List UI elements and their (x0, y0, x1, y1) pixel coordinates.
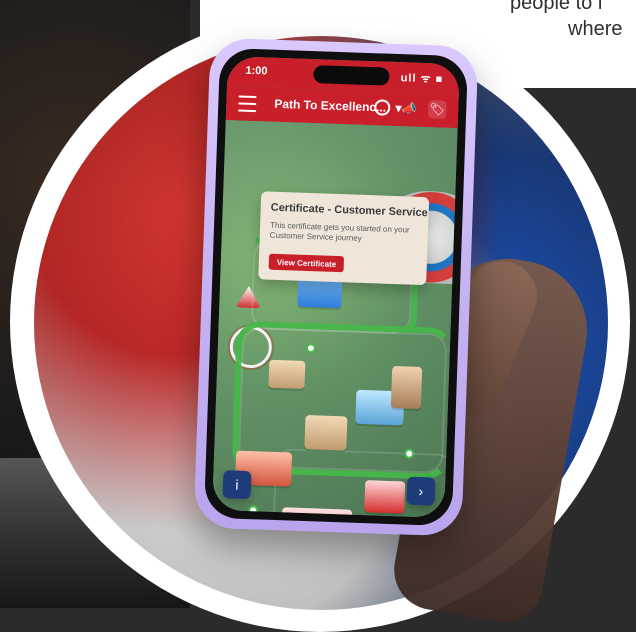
app-title-text: Path To Excellenc... (274, 96, 387, 115)
phone-bezel: 1:00 ull ᯤ ■ Path To Excellenc... ▾ 📣 🏷 (203, 47, 469, 527)
building (390, 366, 423, 410)
app-header-icons: 📣 🏷 (374, 98, 447, 119)
certificate-description: This certificate gets you started on you… (269, 220, 410, 243)
phone: 1:00 ull ᯤ ■ Path To Excellenc... ▾ 📣 🏷 (193, 37, 479, 537)
chevron-right-icon[interactable]: › (406, 476, 436, 506)
info-icon[interactable]: i (222, 470, 252, 500)
refresh-icon[interactable] (374, 99, 391, 116)
building (280, 507, 353, 518)
hamburger-line (238, 109, 257, 113)
megaphone-icon[interactable]: 📣 (400, 99, 419, 118)
hamburger-line (238, 102, 257, 106)
hamburger-menu-icon[interactable] (238, 95, 257, 113)
cutoff-text-line-1: people to l (510, 0, 603, 14)
phone-screen: 1:00 ull ᯤ ■ Path To Excellenc... ▾ 📣 🏷 (212, 56, 460, 518)
view-certificate-button[interactable]: View Certificate (268, 253, 345, 273)
building (304, 415, 348, 451)
dynamic-island (313, 65, 390, 86)
building (364, 480, 406, 514)
checkpoint-dot[interactable] (247, 505, 259, 516)
hamburger-line (238, 95, 257, 99)
profile-badge-icon[interactable]: 🏷 (427, 100, 447, 119)
certificate-popup: Certificate - Customer Service This cert… (258, 191, 430, 286)
certificate-title: Certificate - Customer Service (270, 201, 428, 220)
building (268, 359, 306, 389)
game-map[interactable]: Certificate - Customer Service This cert… (212, 120, 460, 518)
status-icons: ull ᯤ ■ (400, 72, 444, 86)
status-time: 1:00 (245, 64, 268, 78)
